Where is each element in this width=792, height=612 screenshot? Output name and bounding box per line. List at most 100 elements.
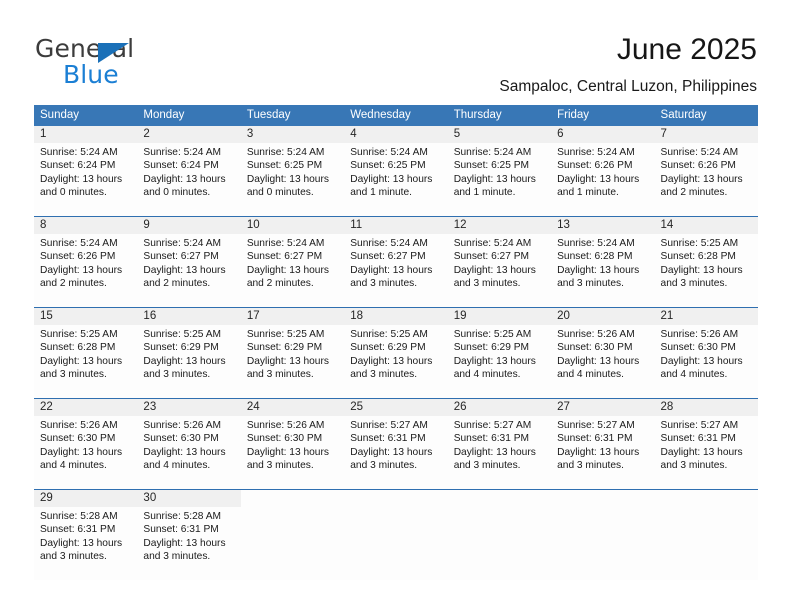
- day-number: 19: [447, 308, 552, 325]
- sunset-text: Sunset: 6:28 PM: [40, 342, 116, 354]
- sunset-text: Sunset: 6:31 PM: [453, 433, 530, 445]
- sunset-text: Sunset: 6:26 PM: [660, 160, 736, 172]
- day-details: Sunrise: 5:25 AM Sunset: 6:28 PM Dayligh…: [655, 234, 758, 291]
- day-cell[interactable]: 5 Sunrise: 5:24 AM Sunset: 6:25 PM Dayli…: [447, 126, 552, 217]
- weekday-header-thursday: Thursday: [447, 105, 552, 126]
- weekday-header-row: Sunday Monday Tuesday Wednesday Thursday…: [34, 105, 758, 126]
- day-details: Sunrise: 5:25 AM Sunset: 6:28 PM Dayligh…: [34, 325, 137, 382]
- day-cell[interactable]: 9 Sunrise: 5:24 AM Sunset: 6:27 PM Dayli…: [137, 216, 241, 308]
- daylight-text-line2: and 2 minutes.: [660, 187, 728, 199]
- daylight-text-line2: and 1 minute.: [350, 187, 412, 199]
- day-cell[interactable]: 11 Sunrise: 5:24 AM Sunset: 6:27 PM Dayl…: [344, 216, 448, 308]
- weekday-header-tuesday: Tuesday: [240, 105, 345, 126]
- daylight-text-line1: Daylight: 13 hours: [40, 264, 123, 276]
- sunset-text: Sunset: 6:30 PM: [246, 433, 323, 445]
- sunset-text: Sunset: 6:31 PM: [660, 433, 736, 445]
- day-details: Sunrise: 5:25 AM Sunset: 6:29 PM Dayligh…: [344, 325, 447, 382]
- daylight-text-line1: Daylight: 13 hours: [350, 355, 433, 367]
- day-cell[interactable]: 4 Sunrise: 5:24 AM Sunset: 6:25 PM Dayli…: [344, 126, 448, 217]
- day-details: Sunrise: 5:27 AM Sunset: 6:31 PM Dayligh…: [344, 416, 447, 473]
- day-cell[interactable]: 8 Sunrise: 5:24 AM Sunset: 6:26 PM Dayli…: [34, 216, 138, 308]
- day-cell[interactable]: 2 Sunrise: 5:24 AM Sunset: 6:24 PM Dayli…: [137, 126, 241, 217]
- day-cell[interactable]: 28 Sunrise: 5:27 AM Sunset: 6:31 PM Dayl…: [654, 398, 758, 490]
- day-cell[interactable]: 27 Sunrise: 5:27 AM Sunset: 6:31 PM Dayl…: [551, 398, 655, 490]
- daylight-text-line2: and 3 minutes.: [143, 551, 211, 563]
- day-cell[interactable]: 1 Sunrise: 5:24 AM Sunset: 6:24 PM Dayli…: [34, 126, 138, 217]
- sunset-text: Sunset: 6:27 PM: [246, 251, 323, 263]
- day-cell[interactable]: 26 Sunrise: 5:27 AM Sunset: 6:31 PM Dayl…: [447, 398, 552, 490]
- day-cell[interactable]: 12 Sunrise: 5:24 AM Sunset: 6:27 PM Dayl…: [447, 216, 552, 308]
- day-cell[interactable]: 29 Sunrise: 5:28 AM Sunset: 6:31 PM Dayl…: [34, 489, 138, 580]
- day-number: 29: [34, 490, 138, 507]
- sunset-text: Sunset: 6:26 PM: [40, 251, 116, 263]
- sunset-text: Sunset: 6:24 PM: [40, 160, 116, 172]
- day-cell[interactable]: 18 Sunrise: 5:25 AM Sunset: 6:29 PM Dayl…: [344, 307, 448, 399]
- day-cell[interactable]: 10 Sunrise: 5:24 AM Sunset: 6:27 PM Dayl…: [240, 216, 345, 308]
- day-details: Sunrise: 5:24 AM Sunset: 6:27 PM Dayligh…: [137, 234, 240, 291]
- weekday-header-wednesday: Wednesday: [344, 105, 448, 126]
- day-cell[interactable]: 23 Sunrise: 5:26 AM Sunset: 6:30 PM Dayl…: [137, 398, 241, 490]
- day-details: Sunrise: 5:26 AM Sunset: 6:30 PM Dayligh…: [551, 325, 654, 382]
- day-cell[interactable]: 25 Sunrise: 5:27 AM Sunset: 6:31 PM Dayl…: [344, 398, 448, 490]
- general-blue-logo[interactable]: General Blue: [35, 34, 235, 90]
- day-number: 12: [447, 217, 552, 234]
- daylight-text-line2: and 0 minutes.: [40, 187, 107, 199]
- daylight-text-line1: Daylight: 13 hours: [453, 446, 536, 458]
- daylight-text-line1: Daylight: 13 hours: [40, 446, 123, 458]
- day-cell[interactable]: 17 Sunrise: 5:25 AM Sunset: 6:29 PM Dayl…: [240, 307, 345, 399]
- daylight-text-line1: Daylight: 13 hours: [557, 264, 640, 276]
- weekday-header-saturday: Saturday: [654, 105, 758, 126]
- day-cell[interactable]: 15 Sunrise: 5:25 AM Sunset: 6:28 PM Dayl…: [34, 307, 138, 399]
- daylight-text-line2: and 1 minute.: [453, 187, 516, 199]
- day-number: 23: [137, 399, 241, 416]
- day-cell[interactable]: 30 Sunrise: 5:28 AM Sunset: 6:31 PM Dayl…: [137, 489, 241, 580]
- day-number: 17: [240, 308, 345, 325]
- day-cell[interactable]: 19 Sunrise: 5:25 AM Sunset: 6:29 PM Dayl…: [447, 307, 552, 399]
- day-number: 9: [137, 217, 241, 234]
- daylight-text-line2: and 3 minutes.: [350, 460, 418, 472]
- day-cell[interactable]: 6 Sunrise: 5:24 AM Sunset: 6:26 PM Dayli…: [551, 126, 655, 217]
- day-details: Sunrise: 5:25 AM Sunset: 6:29 PM Dayligh…: [448, 325, 551, 382]
- sunset-text: Sunset: 6:30 PM: [660, 342, 736, 354]
- daylight-text-line1: Daylight: 13 hours: [660, 446, 743, 458]
- day-number: 3: [240, 126, 345, 143]
- day-cell[interactable]: 20 Sunrise: 5:26 AM Sunset: 6:30 PM Dayl…: [551, 307, 655, 399]
- page-title: June 2025: [616, 33, 757, 66]
- daylight-text-line2: and 3 minutes.: [557, 460, 624, 472]
- daylight-text-line1: Daylight: 13 hours: [557, 355, 640, 367]
- day-details: Sunrise: 5:24 AM Sunset: 6:25 PM Dayligh…: [344, 143, 447, 200]
- day-cell[interactable]: 13 Sunrise: 5:24 AM Sunset: 6:28 PM Dayl…: [551, 216, 655, 308]
- daylight-text-line2: and 4 minutes.: [40, 460, 107, 472]
- day-number: 24: [240, 399, 345, 416]
- day-details: Sunrise: 5:24 AM Sunset: 6:27 PM Dayligh…: [448, 234, 551, 291]
- day-cell[interactable]: 14 Sunrise: 5:25 AM Sunset: 6:28 PM Dayl…: [654, 216, 758, 308]
- daylight-text-line2: and 4 minutes.: [143, 460, 211, 472]
- daylight-text-line1: Daylight: 13 hours: [143, 173, 226, 185]
- sunset-text: Sunset: 6:29 PM: [350, 342, 426, 354]
- daylight-text-line1: Daylight: 13 hours: [246, 446, 329, 458]
- daylight-text-line1: Daylight: 13 hours: [660, 173, 743, 185]
- day-cell[interactable]: 7 Sunrise: 5:24 AM Sunset: 6:26 PM Dayli…: [654, 126, 758, 217]
- sunrise-text: Sunrise: 5:25 AM: [660, 238, 739, 249]
- day-number: [551, 490, 654, 507]
- daylight-text-line2: and 3 minutes.: [246, 460, 314, 472]
- day-cell[interactable]: 16 Sunrise: 5:25 AM Sunset: 6:29 PM Dayl…: [137, 307, 241, 399]
- day-details: Sunrise: 5:24 AM Sunset: 6:26 PM Dayligh…: [655, 143, 758, 200]
- day-cell[interactable]: 3 Sunrise: 5:24 AM Sunset: 6:25 PM Dayli…: [240, 126, 345, 217]
- weekday-header-sunday: Sunday: [34, 105, 138, 126]
- sunrise-text: Sunrise: 5:24 AM: [557, 147, 635, 158]
- sunrise-text: Sunrise: 5:26 AM: [246, 420, 325, 431]
- week-row: 29 Sunrise: 5:28 AM Sunset: 6:31 PM Dayl…: [34, 489, 758, 580]
- day-number: 26: [447, 399, 552, 416]
- day-cell[interactable]: 21 Sunrise: 5:26 AM Sunset: 6:30 PM Dayl…: [654, 307, 758, 399]
- daylight-text-line2: and 3 minutes.: [246, 369, 314, 381]
- day-cell[interactable]: 24 Sunrise: 5:26 AM Sunset: 6:30 PM Dayl…: [240, 398, 345, 490]
- day-cell[interactable]: 22 Sunrise: 5:26 AM Sunset: 6:30 PM Dayl…: [34, 398, 138, 490]
- daylight-text-line2: and 4 minutes.: [453, 369, 521, 381]
- sunrise-text: Sunrise: 5:24 AM: [40, 147, 118, 158]
- daylight-text-line1: Daylight: 13 hours: [557, 446, 640, 458]
- sunrise-text: Sunrise: 5:25 AM: [453, 329, 532, 340]
- week-row: 22 Sunrise: 5:26 AM Sunset: 6:30 PM Dayl…: [34, 398, 758, 490]
- sunrise-text: Sunrise: 5:24 AM: [453, 238, 532, 249]
- day-number: 6: [551, 126, 655, 143]
